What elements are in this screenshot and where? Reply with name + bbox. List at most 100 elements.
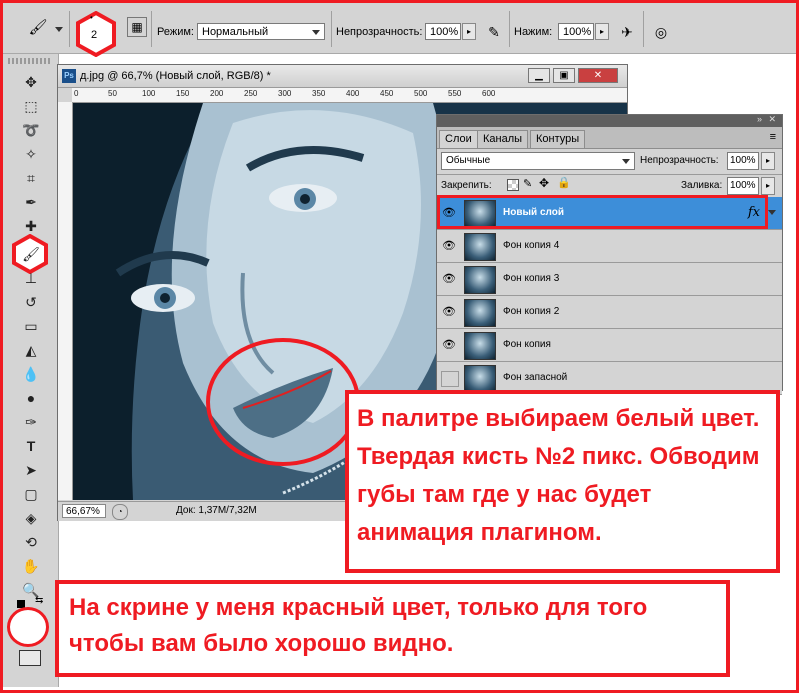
ruler-mark: 350 — [312, 89, 326, 98]
layer-name: Фон копия 3 — [503, 273, 560, 284]
layer-row[interactable]: 👁 Фон копия 4 — [437, 230, 782, 263]
ruler-mark: 100 — [142, 89, 156, 98]
document-size-info: Док: 1,37М/7,32М — [176, 505, 257, 516]
selected-layer-highlight — [437, 195, 768, 229]
document-title: д.jpg @ 66,7% (Новый слой, RGB/8) * — [80, 70, 271, 82]
rectangle-tool-icon[interactable]: ▢ — [20, 484, 42, 504]
ruler-mark: 500 — [414, 89, 428, 98]
layer-row[interactable]: 👁 Фон копия — [437, 329, 782, 362]
vertical-ruler — [58, 102, 73, 500]
healing-brush-tool-icon[interactable]: ✚ — [20, 216, 42, 236]
brush-panel-toggle-icon[interactable]: ▦ — [127, 17, 147, 37]
dodge-tool-icon[interactable]: ● — [20, 388, 42, 408]
separator — [69, 11, 70, 47]
layer-thumbnail — [464, 233, 496, 261]
ruler-mark: 200 — [210, 89, 224, 98]
collapse-icon[interactable]: » — [757, 114, 762, 124]
tab-channels[interactable]: Каналы — [477, 130, 529, 148]
layer-opacity-slider-button[interactable]: ▸ — [761, 152, 775, 170]
layer-thumbnail — [464, 365, 496, 393]
panel-menu-icon[interactable]: ≡ — [770, 131, 776, 143]
chevron-down-icon — [622, 159, 630, 164]
lock-all-icon[interactable]: 🔒 — [557, 176, 571, 189]
panel-header-strip[interactable]: » ✕ — [437, 114, 782, 127]
status-menu-icon[interactable]: ◔ — [112, 504, 128, 520]
mode-label: Режим: — [157, 26, 194, 38]
zoom-field[interactable]: 66,67% — [62, 504, 106, 518]
airbrush-icon[interactable]: ✈ — [616, 21, 638, 43]
hand-tool-icon[interactable]: ✋ — [20, 556, 42, 576]
tab-layers[interactable]: Слои — [439, 130, 478, 148]
maximize-button[interactable]: ▣ — [553, 68, 575, 83]
tab-paths[interactable]: Контуры — [530, 130, 586, 148]
brush-tool-icon[interactable]: 🖌 — [27, 17, 49, 39]
blend-mode-select[interactable]: Обычные — [441, 152, 635, 170]
path-selection-tool-icon[interactable]: ➤ — [20, 460, 42, 480]
separator — [331, 11, 332, 47]
move-tool-icon[interactable]: ✥ — [20, 72, 42, 92]
lock-pixels-icon[interactable]: ✎ — [523, 177, 532, 190]
panel-grip[interactable] — [8, 58, 52, 64]
eye-icon[interactable]: 👁 — [441, 305, 457, 319]
brush-tool-icon[interactable]: 🖌 — [20, 244, 42, 264]
opacity-slider-button[interactable]: ▸ — [462, 23, 476, 40]
blur-tool-icon[interactable]: 💧 — [20, 364, 42, 384]
quick-mask-icon[interactable] — [19, 650, 41, 666]
eye-icon[interactable]: 👁 — [441, 239, 457, 253]
minimize-button[interactable]: ▁ — [528, 68, 550, 83]
brush-size-value[interactable]: 2 — [91, 29, 97, 41]
eye-hidden-icon[interactable] — [441, 371, 459, 387]
swap-colors-icon[interactable]: ⇆ — [35, 595, 43, 606]
chevron-down-icon — [312, 30, 320, 35]
layers-panel: » ✕ Слои Каналы Контуры ≡ Обычные Непроз… — [436, 114, 783, 395]
chevron-down-icon[interactable] — [768, 210, 776, 215]
eraser-tool-icon[interactable]: ▭ — [20, 316, 42, 336]
ruler-mark: 600 — [482, 89, 496, 98]
eye-icon[interactable]: 👁 — [441, 272, 457, 286]
fill-slider-button[interactable]: ▸ — [761, 177, 775, 195]
lock-transparency-icon[interactable] — [507, 179, 519, 191]
blend-mode-value: Обычные — [446, 155, 491, 166]
pressure-slider-button[interactable]: ▸ — [595, 23, 609, 40]
history-brush-tool-icon[interactable]: ↺ — [20, 292, 42, 312]
layer-name: Фон копия 4 — [503, 240, 560, 251]
close-panel-icon[interactable]: ✕ — [768, 114, 776, 125]
marquee-tool-icon[interactable]: ⬚ — [20, 96, 42, 116]
tablet-opacity-icon[interactable]: ✎ — [483, 21, 505, 43]
layer-row[interactable]: 👁 Фон копия 2 — [437, 296, 782, 329]
pen-tool-icon[interactable]: ✑ — [20, 412, 42, 432]
mode-select[interactable]: Нормальный — [197, 23, 325, 40]
tool-preset-dropdown-arrow[interactable] — [55, 27, 63, 32]
layer-name: Фон копия 2 — [503, 306, 560, 317]
layer-row[interactable]: 👁 Фон копия 3 — [437, 263, 782, 296]
document-title-bar[interactable]: Ps д.jpg @ 66,7% (Новый слой, RGB/8) * ▁… — [58, 65, 627, 88]
crop-tool-icon[interactable]: ⌗ — [20, 168, 42, 188]
lock-position-icon[interactable]: ✥ — [539, 176, 549, 190]
3d-rotate-tool-icon[interactable]: ◈ — [20, 508, 42, 528]
note-text: На скрине у меня красный цвет, только дл… — [59, 584, 726, 673]
layer-thumbnail — [464, 332, 496, 360]
instruction-text: В палитре выбираем белый цвет. Твердая к… — [349, 394, 776, 569]
lasso-tool-icon[interactable]: ➰ — [20, 120, 42, 140]
opacity-input[interactable]: 100% — [425, 23, 461, 40]
type-tool-icon[interactable]: T — [20, 436, 42, 456]
options-bar: 🖌 • 2 ▦ Режим: Нормальный Непрозрачность… — [3, 3, 796, 57]
tablet-size-icon[interactable]: ◎ — [650, 21, 672, 43]
note-callout: На скрине у меня красный цвет, только дл… — [55, 580, 730, 677]
quick-selection-tool-icon[interactable]: ✧ — [20, 144, 42, 164]
close-button[interactable]: ✕ — [578, 68, 618, 83]
eyedropper-tool-icon[interactable]: ✒ — [20, 192, 42, 212]
opacity-label: Непрозрачность: — [336, 26, 423, 38]
layer-opacity-label: Непрозрачность: — [640, 155, 719, 166]
clone-stamp-tool-icon[interactable]: ⊥ — [20, 268, 42, 288]
layer-row[interactable]: 👁 Новый слой fx — [437, 195, 782, 230]
fill-input[interactable]: 100% — [727, 177, 759, 195]
3d-orbit-tool-icon[interactable]: ⟲ — [20, 532, 42, 552]
paint-bucket-tool-icon[interactable]: ◭ — [20, 340, 42, 360]
foreground-color-swatch[interactable] — [7, 607, 49, 647]
ruler-mark: 300 — [278, 89, 292, 98]
layer-opacity-input[interactable]: 100% — [727, 152, 759, 170]
eye-icon[interactable]: 👁 — [441, 338, 457, 352]
pressure-input[interactable]: 100% — [558, 23, 594, 40]
horizontal-ruler: 0 50 100 150 200 250 300 350 400 450 500… — [72, 88, 627, 103]
